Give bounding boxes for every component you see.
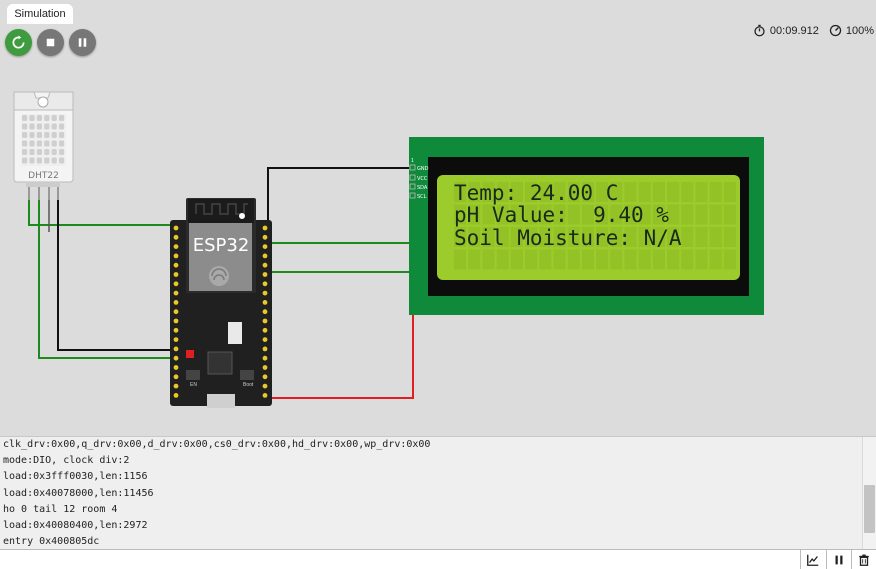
pause-button[interactable] (69, 29, 96, 56)
serial-monitor[interactable]: clk_drv:0x00,q_drv:0x00,d_drv:0x00,cs0_d… (0, 436, 876, 550)
en-label: EN (190, 382, 197, 388)
boot-label: Boot (243, 382, 254, 388)
stopwatch-icon (754, 24, 765, 37)
lcd-pin-vcc: VCC (417, 176, 428, 182)
lcd-pin-scl: SCL (417, 194, 427, 200)
trash-icon (859, 554, 869, 566)
pause-icon (78, 38, 87, 47)
serial-output: clk_drv:0x00,q_drv:0x00,d_drv:0x00,cs0_d… (3, 437, 858, 550)
serial-scrollbar[interactable] (862, 437, 876, 550)
serial-line: entry 0x400805dc (3, 536, 100, 548)
tab-simulation[interactable]: Simulation (7, 4, 73, 24)
wire-dht-vcc (28, 200, 170, 226)
speed-gauge-icon (829, 24, 842, 37)
simulation-canvas[interactable]: DHT22 ESP32 EN Boot 1 GND VCC SDA SCL Te… (0, 0, 876, 436)
lcd-line-2: pH Value: 9.40 % (454, 203, 669, 227)
esp32-board: ESP32 EN Boot (170, 198, 272, 408)
esp32-label: ESP32 (193, 235, 250, 256)
scrollbar-thumb[interactable] (864, 485, 875, 533)
clear-serial-button[interactable] (851, 550, 876, 569)
tab-simulation-label: Simulation (14, 8, 66, 20)
restart-button[interactable] (5, 29, 32, 56)
simulation-status: 00:09.912 100% (753, 24, 874, 37)
serial-input[interactable] (0, 550, 800, 569)
serial-input-bar (0, 549, 876, 569)
lcd-line-1: Temp: 24.00 C (454, 181, 618, 205)
dht-label: DHT22 (28, 171, 59, 181)
simulation-speed: 100% (845, 24, 874, 37)
lcd-line-3: Soil Moisture: N/A (454, 226, 682, 250)
plotter-button[interactable] (800, 550, 825, 569)
stop-button[interactable] (37, 29, 64, 56)
elapsed-time: 00:09.912 (769, 24, 819, 37)
serial-line: mode:DIO, clock div:2 (3, 455, 130, 467)
circuit-diagram: DHT22 ESP32 EN Boot 1 GND VCC SDA SCL Te… (13, 91, 764, 408)
simulator-app: DHT22 ESP32 EN Boot 1 GND VCC SDA SCL Te… (0, 0, 876, 569)
serial-line: ho 0 tail 12 room 4 (3, 503, 118, 515)
stop-icon (46, 38, 55, 47)
serial-line: load:0x3fff0030,len:1156 (3, 471, 148, 483)
dht22-sensor: DHT22 (13, 91, 74, 200)
wire-lcd-gnd (267, 167, 414, 225)
lcd-pin-gnd: GND (417, 166, 429, 172)
lcd-pin1: 1 (411, 158, 414, 164)
serial-line: load:0x40080400,len:2972 (3, 520, 148, 532)
serial-line: clk_drv:0x00,q_drv:0x00,d_drv:0x00,cs0_d… (3, 439, 431, 450)
lcd-display: 1 GND VCC SDA SCL Temp: 24.00 C pH Value… (409, 137, 764, 315)
wire-dht-gnd (57, 200, 170, 351)
restart-icon (12, 35, 25, 49)
pause-serial-button[interactable] (826, 550, 851, 569)
pause-icon (835, 555, 843, 564)
chart-icon (807, 554, 819, 566)
serial-line: load:0x40078000,len:11456 (3, 487, 154, 499)
lcd-pin-sda: SDA (417, 185, 428, 191)
